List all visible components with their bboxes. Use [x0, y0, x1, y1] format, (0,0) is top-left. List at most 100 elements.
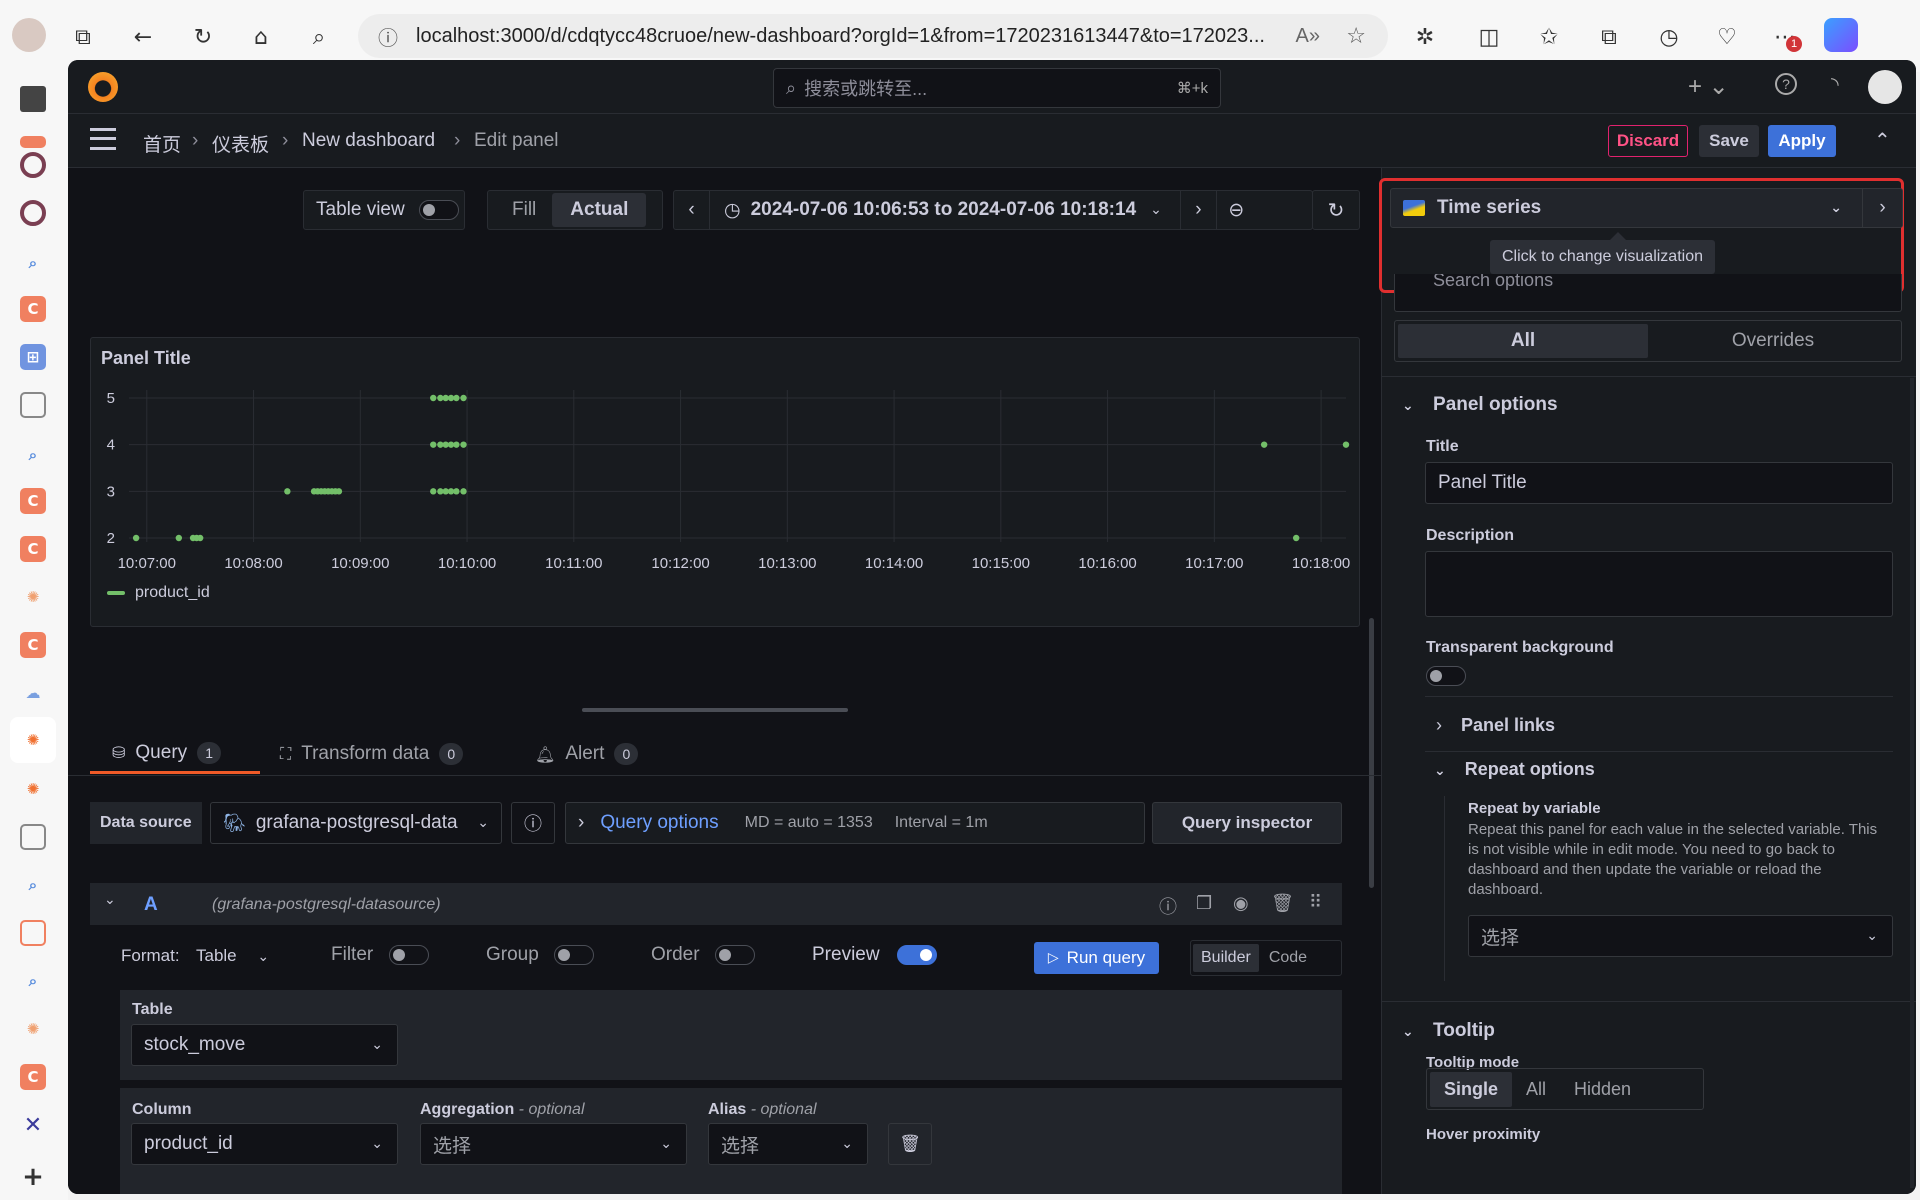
cloud-tab-icon[interactable]: ☁	[20, 680, 46, 706]
group-toggle[interactable]	[554, 944, 595, 965]
read-aloud-icon[interactable]: A»	[1296, 25, 1320, 48]
preview-switch-group[interactable]: Preview	[812, 944, 937, 966]
table-view-switch[interactable]	[418, 200, 459, 220]
mode-hidden[interactable]: Hidden	[1560, 1072, 1645, 1107]
tab-favicon-icon[interactable]	[20, 920, 46, 946]
tab-favicon-icon[interactable]	[20, 824, 46, 850]
actual-option[interactable]: Actual	[552, 193, 647, 227]
format-select[interactable]: Table ⌄	[196, 946, 269, 966]
workspaces-icon[interactable]: ⧉	[68, 22, 98, 52]
apply-button[interactable]: Apply	[1768, 125, 1836, 157]
alias-select[interactable]: 选择 ⌄	[708, 1123, 868, 1165]
history-icon[interactable]: ◷	[1654, 22, 1684, 52]
grafana-tab-icon[interactable]: ✺	[20, 584, 46, 610]
reload-icon[interactable]: ↻	[188, 22, 218, 52]
favorite-star-icon[interactable]: ☆	[1346, 24, 1366, 49]
pane-scrollbar[interactable]	[1369, 618, 1374, 888]
copilot-icon[interactable]	[1824, 18, 1858, 52]
builder-mode-option[interactable]: Builder	[1193, 944, 1259, 972]
panel-links-header[interactable]: › Panel links	[1436, 715, 1555, 736]
search-icon[interactable]: ⌕	[304, 22, 334, 52]
time-back-icon[interactable]: ‹	[674, 191, 710, 229]
grafana-tab-icon[interactable]: ✺	[20, 776, 46, 802]
sidebar-panel-icon[interactable]	[20, 86, 46, 112]
refresh-button[interactable]: ↻	[1312, 190, 1360, 230]
panel-options-header[interactable]: ⌄ Panel options	[1402, 394, 1558, 416]
profile-avatar[interactable]	[12, 18, 46, 52]
query-ref-id[interactable]: A	[144, 894, 158, 916]
news-feed-icon[interactable]: ◝	[1831, 72, 1839, 96]
group-switch-group[interactable]: Group	[486, 944, 595, 966]
tab-alert[interactable]: 🔔︎ Alert 0	[535, 734, 639, 774]
repeat-variable-select[interactable]: 选择 ⌄	[1468, 915, 1893, 957]
description-textarea[interactable]	[1425, 551, 1893, 617]
repeat-options-header[interactable]: ⌄ Repeat options	[1434, 759, 1595, 780]
preview-toggle[interactable]	[896, 944, 937, 965]
breadcrumb-dashboard[interactable]: New dashboard	[302, 130, 435, 152]
user-avatar[interactable]	[1868, 70, 1902, 104]
chevron-right-icon[interactable]: ›	[1862, 189, 1902, 227]
back-icon[interactable]: ←	[128, 22, 158, 52]
viz-picker-button[interactable]: Time series ⌄ ›	[1390, 188, 1903, 228]
tab-transform[interactable]: ⛶ Transform data 0	[280, 734, 464, 774]
tab-favicon-icon[interactable]	[20, 200, 46, 226]
mode-single[interactable]: Single	[1430, 1071, 1513, 1107]
global-search-input[interactable]: ⌕ 搜索或跳转至... ⌘+k	[773, 68, 1221, 108]
tab-favicon-icon[interactable]: C	[20, 296, 46, 322]
run-query-button[interactable]: ▷ Run query	[1034, 942, 1159, 974]
search-tab-icon[interactable]: ⌕	[20, 872, 46, 898]
menu-icon[interactable]	[90, 128, 116, 150]
zoom-out-icon[interactable]: ⊖	[1215, 191, 1256, 229]
search-tab-icon[interactable]: ⌕	[20, 968, 46, 994]
search-tab-icon[interactable]: ⌕	[20, 442, 46, 468]
collapse-query-icon[interactable]: ⌄	[104, 892, 116, 908]
address-bar[interactable]: ⓘ localhost:3000/d/cdqtycc48cruoe/new-da…	[358, 14, 1388, 58]
grafana-logo[interactable]	[88, 72, 118, 102]
discard-button[interactable]: Discard	[1608, 125, 1688, 157]
code-mode-option[interactable]: Code	[1259, 944, 1317, 972]
tab-favicon-icon[interactable]	[20, 392, 46, 418]
split-screen-icon[interactable]: ◫	[1474, 22, 1504, 52]
filter-toggle[interactable]	[388, 944, 429, 965]
add-tab-icon[interactable]: +	[20, 1162, 46, 1192]
tab-overrides[interactable]: Overrides	[1648, 324, 1898, 358]
favorites-icon[interactable]: ✩	[1534, 22, 1564, 52]
order-toggle[interactable]	[714, 944, 755, 965]
transparent-toggle[interactable]	[1426, 666, 1466, 686]
collapse-icon[interactable]: ⌃	[1874, 128, 1891, 152]
collections-icon[interactable]: ⧉	[1594, 22, 1624, 52]
drag-handle-icon[interactable]: ⠿	[1309, 892, 1322, 913]
trash-icon[interactable]: 🗑︎	[1271, 893, 1294, 914]
query-options-bar[interactable]: › Query options MD = auto = 1353 Interva…	[565, 802, 1145, 844]
options-scrollbar[interactable]	[1910, 378, 1914, 1188]
extensions-icon[interactable]: ✲	[1410, 22, 1440, 52]
home-icon[interactable]: ⌂	[246, 22, 276, 52]
add-new-icon[interactable]: + ⌄	[1688, 72, 1729, 101]
tab-all[interactable]: All	[1398, 324, 1648, 358]
help-icon[interactable]: ?	[1775, 73, 1797, 95]
title-input[interactable]: Panel Title	[1425, 462, 1893, 504]
search-options-input[interactable]: Search options	[1394, 274, 1902, 312]
datasource-select[interactable]: 🐘︎ grafana-postgresql-data ⌄	[210, 802, 502, 844]
grafana-tab-icon[interactable]: ✺	[20, 1016, 46, 1042]
remove-column-button[interactable]: 🗑︎	[888, 1123, 932, 1165]
splitter-handle[interactable]	[582, 708, 848, 712]
column-select[interactable]: product_id ⌄	[131, 1123, 398, 1165]
eye-icon[interactable]: ◉	[1233, 893, 1249, 914]
legend[interactable]: product_id	[107, 584, 210, 602]
breadcrumb-dashboards[interactable]: 仪表板	[212, 130, 269, 157]
time-forward-icon[interactable]: ›	[1179, 191, 1216, 229]
breadcrumb-home[interactable]: 首页	[143, 130, 181, 157]
datasource-help-button[interactable]: ⓘ	[511, 802, 555, 844]
grafana-tab-active-icon[interactable]: ✺	[10, 717, 56, 763]
save-button[interactable]: Save	[1699, 125, 1759, 157]
filter-switch-group[interactable]: Filter	[331, 944, 429, 966]
query-inspector-button[interactable]: Query inspector	[1152, 802, 1342, 844]
tab-favicon-icon[interactable]: ✕	[20, 1112, 46, 1138]
tab-favicon-icon[interactable]: C	[20, 536, 46, 562]
order-switch-group[interactable]: Order	[651, 944, 755, 966]
tab-favicon-icon[interactable]	[20, 152, 46, 178]
time-range-picker[interactable]: ‹ ◷ 2024-07-06 10:06:53 to 2024-07-06 10…	[673, 190, 1313, 230]
duplicate-icon[interactable]: ❐	[1196, 893, 1212, 914]
aggregation-select[interactable]: 选择 ⌄	[420, 1123, 687, 1165]
